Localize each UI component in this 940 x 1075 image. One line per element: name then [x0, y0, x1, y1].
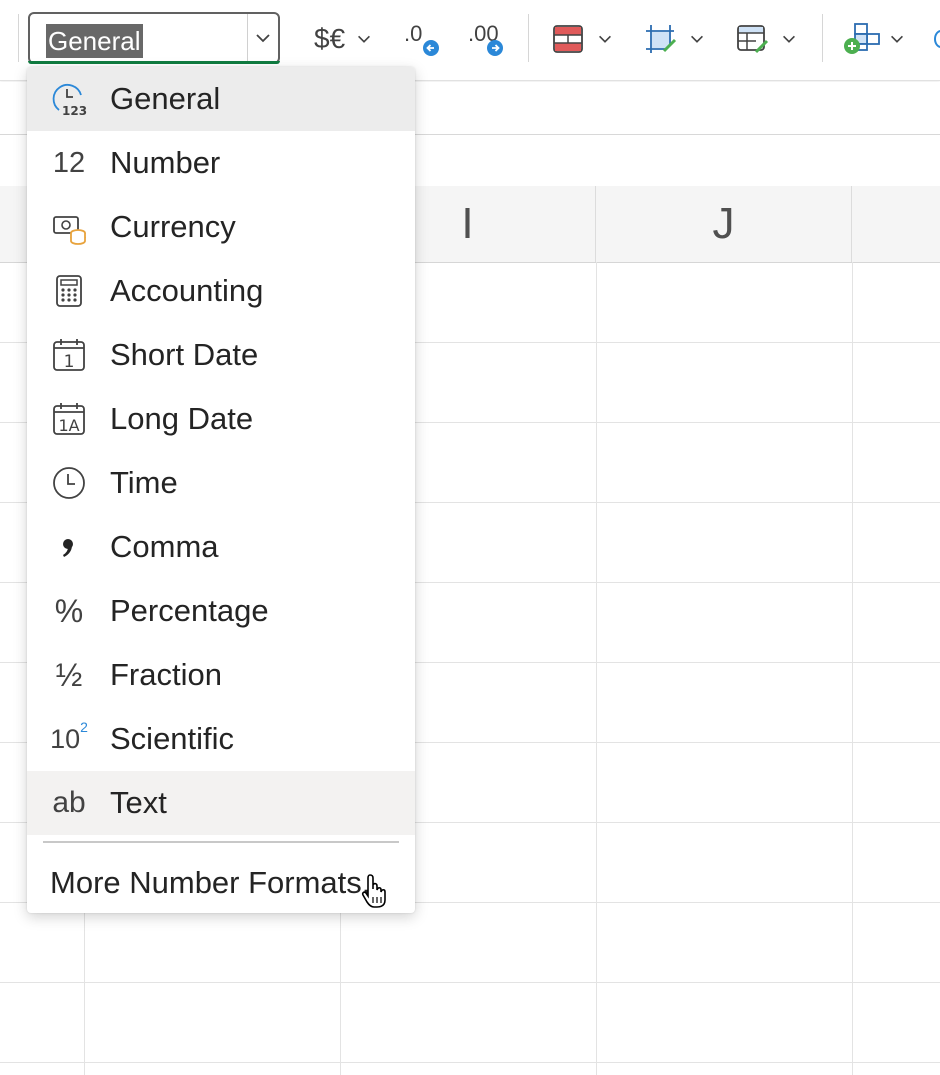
increase-decimal-icon: .00 — [468, 19, 508, 59]
menu-item-label: Short Date — [110, 337, 259, 372]
conditional-formatting-icon — [553, 25, 583, 53]
menu-item-text[interactable]: ab Text — [27, 771, 415, 835]
menu-item-label: Long Date — [110, 401, 254, 436]
text-format-icon: ab — [51, 785, 87, 821]
menu-item-accounting[interactable]: Accounting — [27, 259, 415, 323]
menu-item-currency[interactable]: Currency — [27, 195, 415, 259]
grid-line — [596, 262, 597, 1075]
menu-item-label: Text — [110, 785, 167, 820]
chevron-down-icon[interactable] — [355, 30, 373, 48]
currency-format-icon — [51, 209, 87, 245]
accounting-format-button[interactable]: $€ — [314, 14, 373, 64]
long-date-glyph: 1A — [58, 416, 79, 435]
menu-item-label: General — [110, 81, 221, 116]
menu-item-time[interactable]: Time — [27, 451, 415, 515]
percent-glyph: % — [54, 592, 84, 629]
ribbon-separator — [528, 14, 529, 62]
insert-cells-button[interactable] — [842, 14, 906, 64]
menu-divider — [43, 841, 399, 843]
increase-decimal-button[interactable]: .00 — [468, 14, 508, 64]
short-date-glyph: 1 — [64, 352, 75, 372]
number-format-combobox[interactable]: General — [28, 12, 280, 64]
borders-button[interactable] — [644, 14, 706, 64]
chevron-down-icon[interactable] — [888, 30, 906, 48]
fraction-glyph: ½ — [55, 656, 83, 693]
menu-item-label: Comma — [110, 529, 219, 564]
insert-cells-icon — [844, 23, 880, 54]
format-as-table-button[interactable] — [736, 14, 798, 64]
menu-item-label: Time — [110, 465, 178, 500]
svg-text:123: 123 — [62, 104, 87, 117]
chevron-down-icon[interactable] — [247, 14, 278, 62]
fraction-icon: ½ — [51, 657, 87, 693]
scientific-glyph: 10 — [50, 723, 81, 754]
menu-item-short-date[interactable]: 1 Short Date — [27, 323, 415, 387]
menu-item-long-date[interactable]: 1A Long Date — [27, 387, 415, 451]
currency-icon: $€ — [314, 23, 346, 54]
column-header-j[interactable]: J — [596, 186, 852, 262]
accounting-calculator-icon — [51, 273, 87, 309]
grid-line — [852, 262, 853, 1075]
decrease-decimal-label: .0 — [404, 21, 423, 46]
grid-line — [0, 982, 940, 983]
clock-icon — [51, 465, 87, 501]
text-glyph: ab — [52, 786, 86, 819]
menu-item-label: Percentage — [110, 593, 269, 628]
partial-toolbar-icon[interactable] — [934, 30, 940, 48]
comma-icon — [51, 529, 87, 565]
menu-item-number[interactable]: 12 Number — [27, 131, 415, 195]
number-format-dropdown: 123 General 12 Number Currency Accountin… — [27, 67, 415, 913]
percent-icon: % — [51, 593, 87, 629]
decrease-decimal-button[interactable]: .0 — [404, 14, 444, 64]
menu-item-label: Scientific — [110, 721, 235, 756]
conditional-formatting-button[interactable] — [552, 14, 614, 64]
hand-pointer-cursor-icon — [361, 874, 386, 908]
number-glyph: 12 — [52, 146, 86, 179]
format-as-table-icon — [737, 25, 769, 54]
menu-item-scientific[interactable]: 10 2 Scientific — [27, 707, 415, 771]
menu-item-label: Fraction — [110, 657, 222, 692]
menu-item-fraction[interactable]: ½ Fraction — [27, 643, 415, 707]
number-format-value[interactable]: General — [46, 24, 143, 58]
number-format-icon: 12 — [51, 145, 87, 181]
scientific-icon: 10 2 — [50, 719, 88, 757]
menu-item-percentage[interactable]: % Percentage — [27, 579, 415, 643]
grid-line — [0, 1062, 940, 1063]
decrease-decimal-icon: .0 — [404, 19, 444, 59]
ribbon-separator — [822, 14, 823, 62]
long-date-calendar-icon: 1A — [51, 401, 87, 437]
ribbon-separator — [18, 14, 19, 62]
short-date-calendar-icon: 1 — [51, 337, 87, 373]
general-format-icon: 123 — [51, 81, 87, 117]
chevron-down-icon[interactable] — [596, 30, 614, 48]
more-number-formats-item[interactable]: More Number Formats... — [27, 853, 415, 913]
menu-item-comma[interactable]: Comma — [27, 515, 415, 579]
chevron-down-icon[interactable] — [780, 30, 798, 48]
borders-icon — [646, 25, 677, 53]
menu-item-label: Number — [110, 145, 221, 180]
menu-item-label: Accounting — [110, 273, 264, 308]
chevron-down-icon[interactable] — [688, 30, 706, 48]
scientific-superscript: 2 — [80, 719, 88, 735]
menu-item-general[interactable]: 123 General — [27, 67, 415, 131]
menu-item-label: Currency — [110, 209, 236, 244]
